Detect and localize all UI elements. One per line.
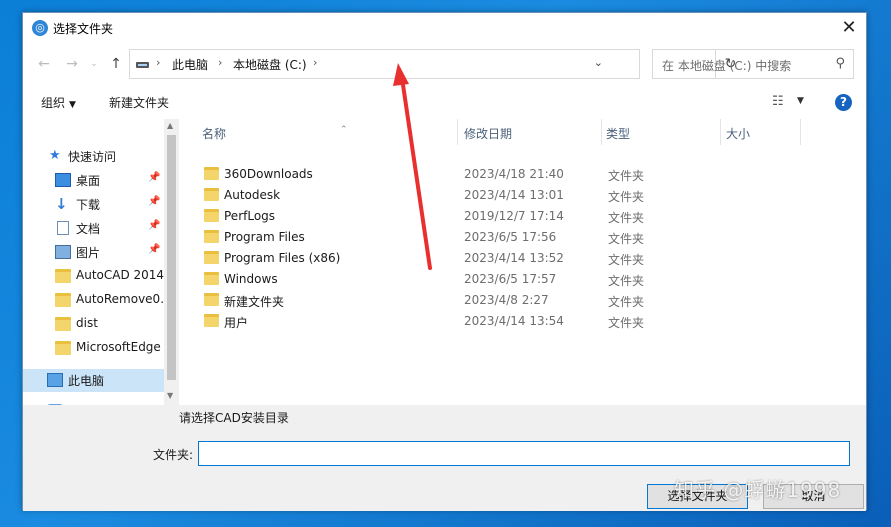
annotation-arrow: [393, 63, 432, 270]
watermark-text: 知乎 @蜉蝣1998: [674, 478, 842, 502]
